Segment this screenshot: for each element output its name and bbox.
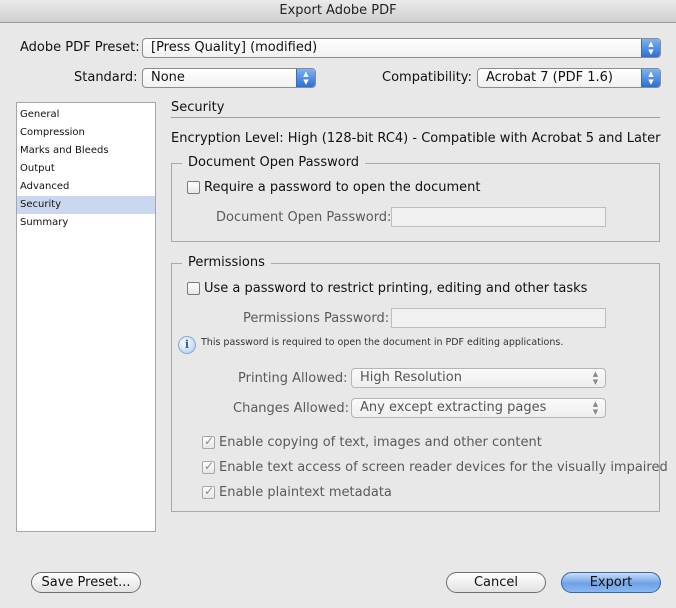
- popup-arrows-icon: ▲ ▼: [641, 69, 660, 87]
- window-title: Export Adobe PDF: [0, 0, 676, 23]
- permissions-password-checkbox-label: Use a password to restrict printing, edi…: [204, 281, 588, 296]
- section-sidebar: General Compression Marks and Bleeds Out…: [16, 102, 156, 532]
- popup-arrows-icon: ▲ ▼: [592, 370, 599, 386]
- permissions-legend: Permissions: [182, 255, 271, 271]
- printing-allowed-value: High Resolution: [360, 370, 462, 385]
- cancel-button[interactable]: Cancel: [446, 572, 546, 593]
- open-password-input[interactable]: [391, 207, 606, 227]
- preset-label: Adobe PDF Preset:: [20, 40, 140, 55]
- enable-screen-reader-label: Enable text access of screen reader devi…: [219, 460, 668, 475]
- require-open-password-label: Require a password to open the document: [204, 180, 481, 195]
- enable-copying-label: Enable copying of text, images and other…: [219, 435, 542, 450]
- standard-popup[interactable]: None ▲ ▼: [142, 68, 316, 88]
- popup-arrows-icon: ▲ ▼: [592, 400, 599, 416]
- enable-plaintext-metadata-checkbox[interactable]: ✓: [202, 484, 215, 499]
- changes-allowed-value: Any except extracting pages: [360, 400, 547, 415]
- save-preset-button[interactable]: Save Preset...: [31, 572, 141, 593]
- open-password-group: Document Open Password: [171, 155, 660, 242]
- printing-allowed-label: Printing Allowed:: [238, 371, 348, 386]
- require-open-password-checkbox[interactable]: [187, 181, 200, 194]
- permissions-info-text: This password is required to open the do…: [201, 337, 564, 348]
- checkmark-icon: ✓: [204, 459, 215, 473]
- panel-divider: [171, 117, 660, 118]
- enable-plaintext-metadata-label: Enable plaintext metadata: [219, 485, 392, 500]
- open-password-field-label: Document Open Password:: [216, 210, 392, 225]
- printing-allowed-popup[interactable]: High Resolution ▲ ▼: [351, 368, 606, 388]
- compatibility-value: Acrobat 7 (PDF 1.6): [486, 70, 613, 85]
- sidebar-item-marks-and-bleeds[interactable]: Marks and Bleeds: [17, 142, 155, 160]
- export-button[interactable]: Export: [561, 572, 661, 593]
- enable-copying-checkbox[interactable]: ✓: [202, 434, 215, 449]
- panel-title: Security: [171, 100, 225, 115]
- preset-value: [Press Quality] (modified): [151, 40, 318, 55]
- sidebar-item-output[interactable]: Output: [17, 160, 155, 178]
- enable-screen-reader-checkbox[interactable]: ✓: [202, 459, 215, 474]
- permissions-password-field-label: Permissions Password:: [243, 311, 390, 326]
- standard-label: Standard:: [74, 70, 138, 85]
- permissions-password-input[interactable]: [391, 308, 606, 328]
- popup-arrows-icon: ▲ ▼: [641, 39, 660, 57]
- checkmark-icon: ✓: [204, 434, 215, 448]
- popup-arrows-icon: ▲ ▼: [296, 69, 315, 87]
- compatibility-popup[interactable]: Acrobat 7 (PDF 1.6) ▲ ▼: [477, 68, 661, 88]
- permissions-password-checkbox[interactable]: [187, 282, 200, 295]
- info-icon: i: [178, 336, 196, 354]
- preset-popup[interactable]: [Press Quality] (modified) ▲ ▼: [142, 38, 661, 58]
- standard-value: None: [151, 70, 185, 85]
- sidebar-item-security[interactable]: Security: [17, 196, 155, 214]
- compatibility-label: Compatibility:: [382, 70, 472, 85]
- sidebar-item-summary[interactable]: Summary: [17, 214, 155, 232]
- changes-allowed-popup[interactable]: Any except extracting pages ▲ ▼: [351, 398, 606, 418]
- sidebar-item-compression[interactable]: Compression: [17, 124, 155, 142]
- open-password-legend: Document Open Password: [182, 155, 366, 171]
- sidebar-item-general[interactable]: General: [17, 106, 155, 124]
- changes-allowed-label: Changes Allowed:: [233, 401, 350, 416]
- checkmark-icon: ✓: [204, 484, 215, 498]
- encryption-level: Encryption Level: High (128-bit RC4) - C…: [171, 131, 661, 146]
- sidebar-item-advanced[interactable]: Advanced: [17, 178, 155, 196]
